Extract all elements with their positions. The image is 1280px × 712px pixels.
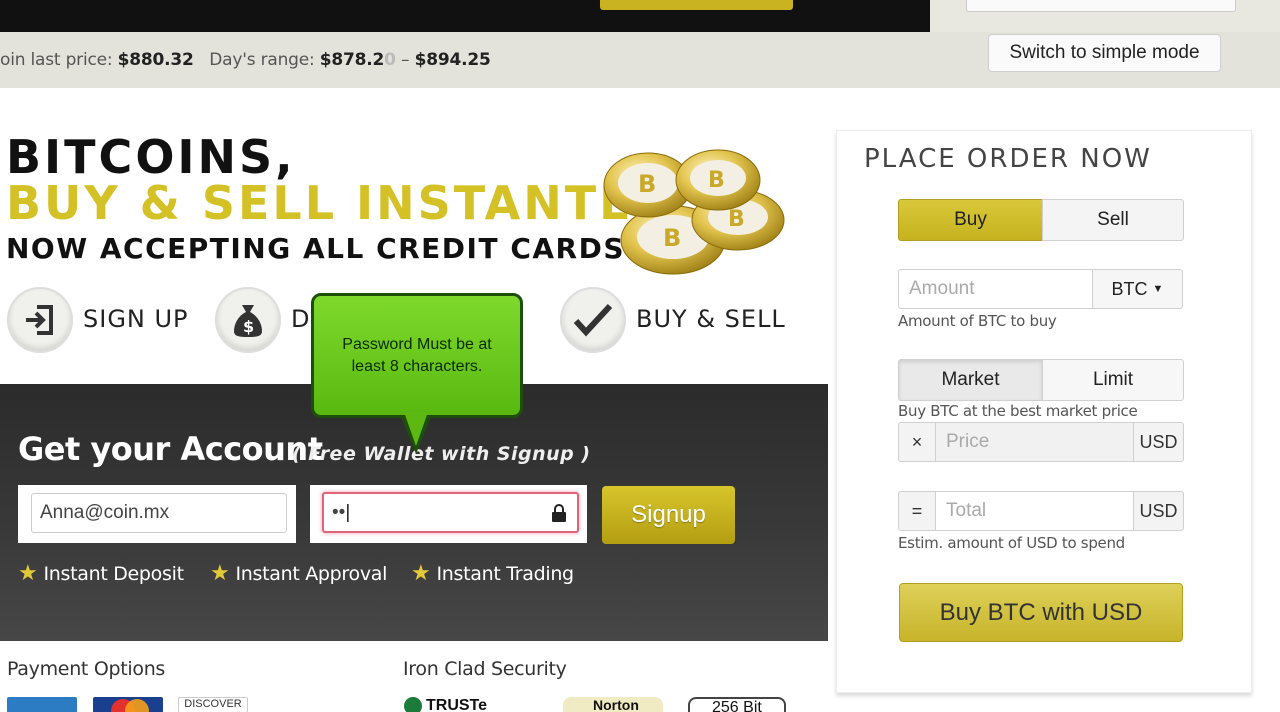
email-field-value: Anna@coin.mx (40, 502, 170, 523)
range-low-value: $878.2 (319, 50, 385, 70)
sell-tab[interactable]: Sell (1042, 199, 1184, 241)
star-icon: ★ (210, 561, 230, 586)
money-bag-icon: $ (215, 287, 281, 353)
market-tab[interactable]: Market (898, 359, 1043, 401)
bitcoin-coins-icon: B B B B (603, 149, 785, 275)
password-tooltip: Password Must be at least 8 characters. (311, 293, 523, 418)
total-placeholder: Total (946, 500, 987, 521)
email-field[interactable]: Anna@coin.mx (31, 493, 287, 533)
total-unit: USD (1133, 491, 1184, 531)
feature-instant-approval: ★ Instant Approval (210, 561, 387, 586)
currency-dropdown[interactable]: BTC ▼ (1092, 269, 1183, 309)
amount-help: Amount of BTC to buy (898, 312, 1057, 330)
star-icon: ★ (411, 561, 431, 586)
svg-text:B: B (663, 224, 681, 252)
last-price-label: oin last price: (0, 50, 113, 70)
ssl-label: 256 Bit (712, 699, 762, 712)
step-deposit-label: D (291, 305, 311, 333)
buy-tab[interactable]: Buy (898, 199, 1043, 241)
equals-icon: = (898, 491, 936, 531)
checkmark-icon (560, 287, 626, 353)
price-ticker: oin last price: $880.32 Day's range: $87… (0, 50, 491, 70)
signup-subtitle: ( Free Wallet with Signup ) (292, 443, 591, 465)
feature-label: Instant Trading (436, 562, 574, 585)
range-high-value: $894.25 (414, 50, 491, 70)
market-help: Buy BTC at the best market price (898, 402, 1138, 420)
price-placeholder: Price (946, 431, 990, 452)
ssl-badge: 256 Bit (688, 697, 786, 712)
lock-icon (552, 504, 566, 522)
hero-line-2: BUY & SELL INSTANTLY (6, 176, 661, 230)
amount-input[interactable]: Amount (898, 269, 1093, 309)
signup-button[interactable]: Signup (602, 486, 735, 544)
limit-tab[interactable]: Limit (1042, 359, 1184, 401)
discover-icon: DISCOVER (178, 697, 248, 712)
password-field[interactable]: •• | (322, 492, 579, 533)
svg-text:B: B (708, 168, 725, 193)
svg-text:B: B (638, 170, 656, 198)
range-separator: – (401, 50, 410, 70)
top-right-control[interactable] (966, 0, 1236, 12)
amount-placeholder: Amount (909, 278, 975, 299)
step-buy-sell-label: BUY & SELL (636, 305, 786, 333)
tooltip-tail (404, 412, 428, 446)
buy-btc-button[interactable]: Buy BTC with USD (899, 583, 1183, 642)
signup-title: Get your Account (18, 430, 323, 468)
feature-label: Instant Approval (235, 562, 388, 585)
range-label: Day's range: (209, 50, 315, 70)
security-title: Iron Clad Security (403, 658, 567, 680)
truste-label: TRUSTe (426, 697, 488, 712)
norton-label: Norton (593, 697, 639, 712)
last-price-value: $880.32 (117, 50, 194, 70)
tooltip-text: Password Must be at least 8 characters. (342, 335, 492, 375)
truste-badge: TRUSTe (404, 697, 524, 712)
password-field-value: •• (332, 501, 346, 523)
currency-label: BTC (1111, 278, 1148, 299)
feature-label: Instant Deposit (43, 562, 184, 585)
hero-line-3: NOW ACCEPTING ALL CREDIT CARDS (6, 232, 625, 265)
norton-badge: Norton (563, 697, 663, 712)
step-sign-up-label: SIGN UP (83, 305, 189, 333)
caret-down-icon: ▼ (1152, 283, 1164, 295)
price-unit: USD (1133, 422, 1184, 462)
top-nav-button[interactable] (600, 0, 793, 10)
sign-in-icon (7, 287, 73, 353)
svg-text:$: $ (243, 317, 254, 336)
feature-instant-trading: ★ Instant Trading (411, 561, 574, 586)
price-input: Price (935, 422, 1134, 462)
mastercard-icon (93, 697, 163, 712)
svg-text:B: B (728, 207, 745, 232)
place-order-title: PLACE ORDER NOW (864, 144, 1152, 174)
payment-options-title: Payment Options (7, 658, 166, 680)
switch-simple-mode-button[interactable]: Switch to simple mode (988, 34, 1221, 72)
range-low-faded: 0 (384, 50, 396, 70)
feature-instant-deposit: ★ Instant Deposit (18, 561, 184, 586)
star-icon: ★ (18, 561, 38, 586)
total-input[interactable]: Total (935, 491, 1134, 531)
amex-icon (7, 697, 77, 712)
times-icon: × (898, 422, 936, 462)
total-help: Estim. amount of USD to spend (898, 534, 1125, 552)
